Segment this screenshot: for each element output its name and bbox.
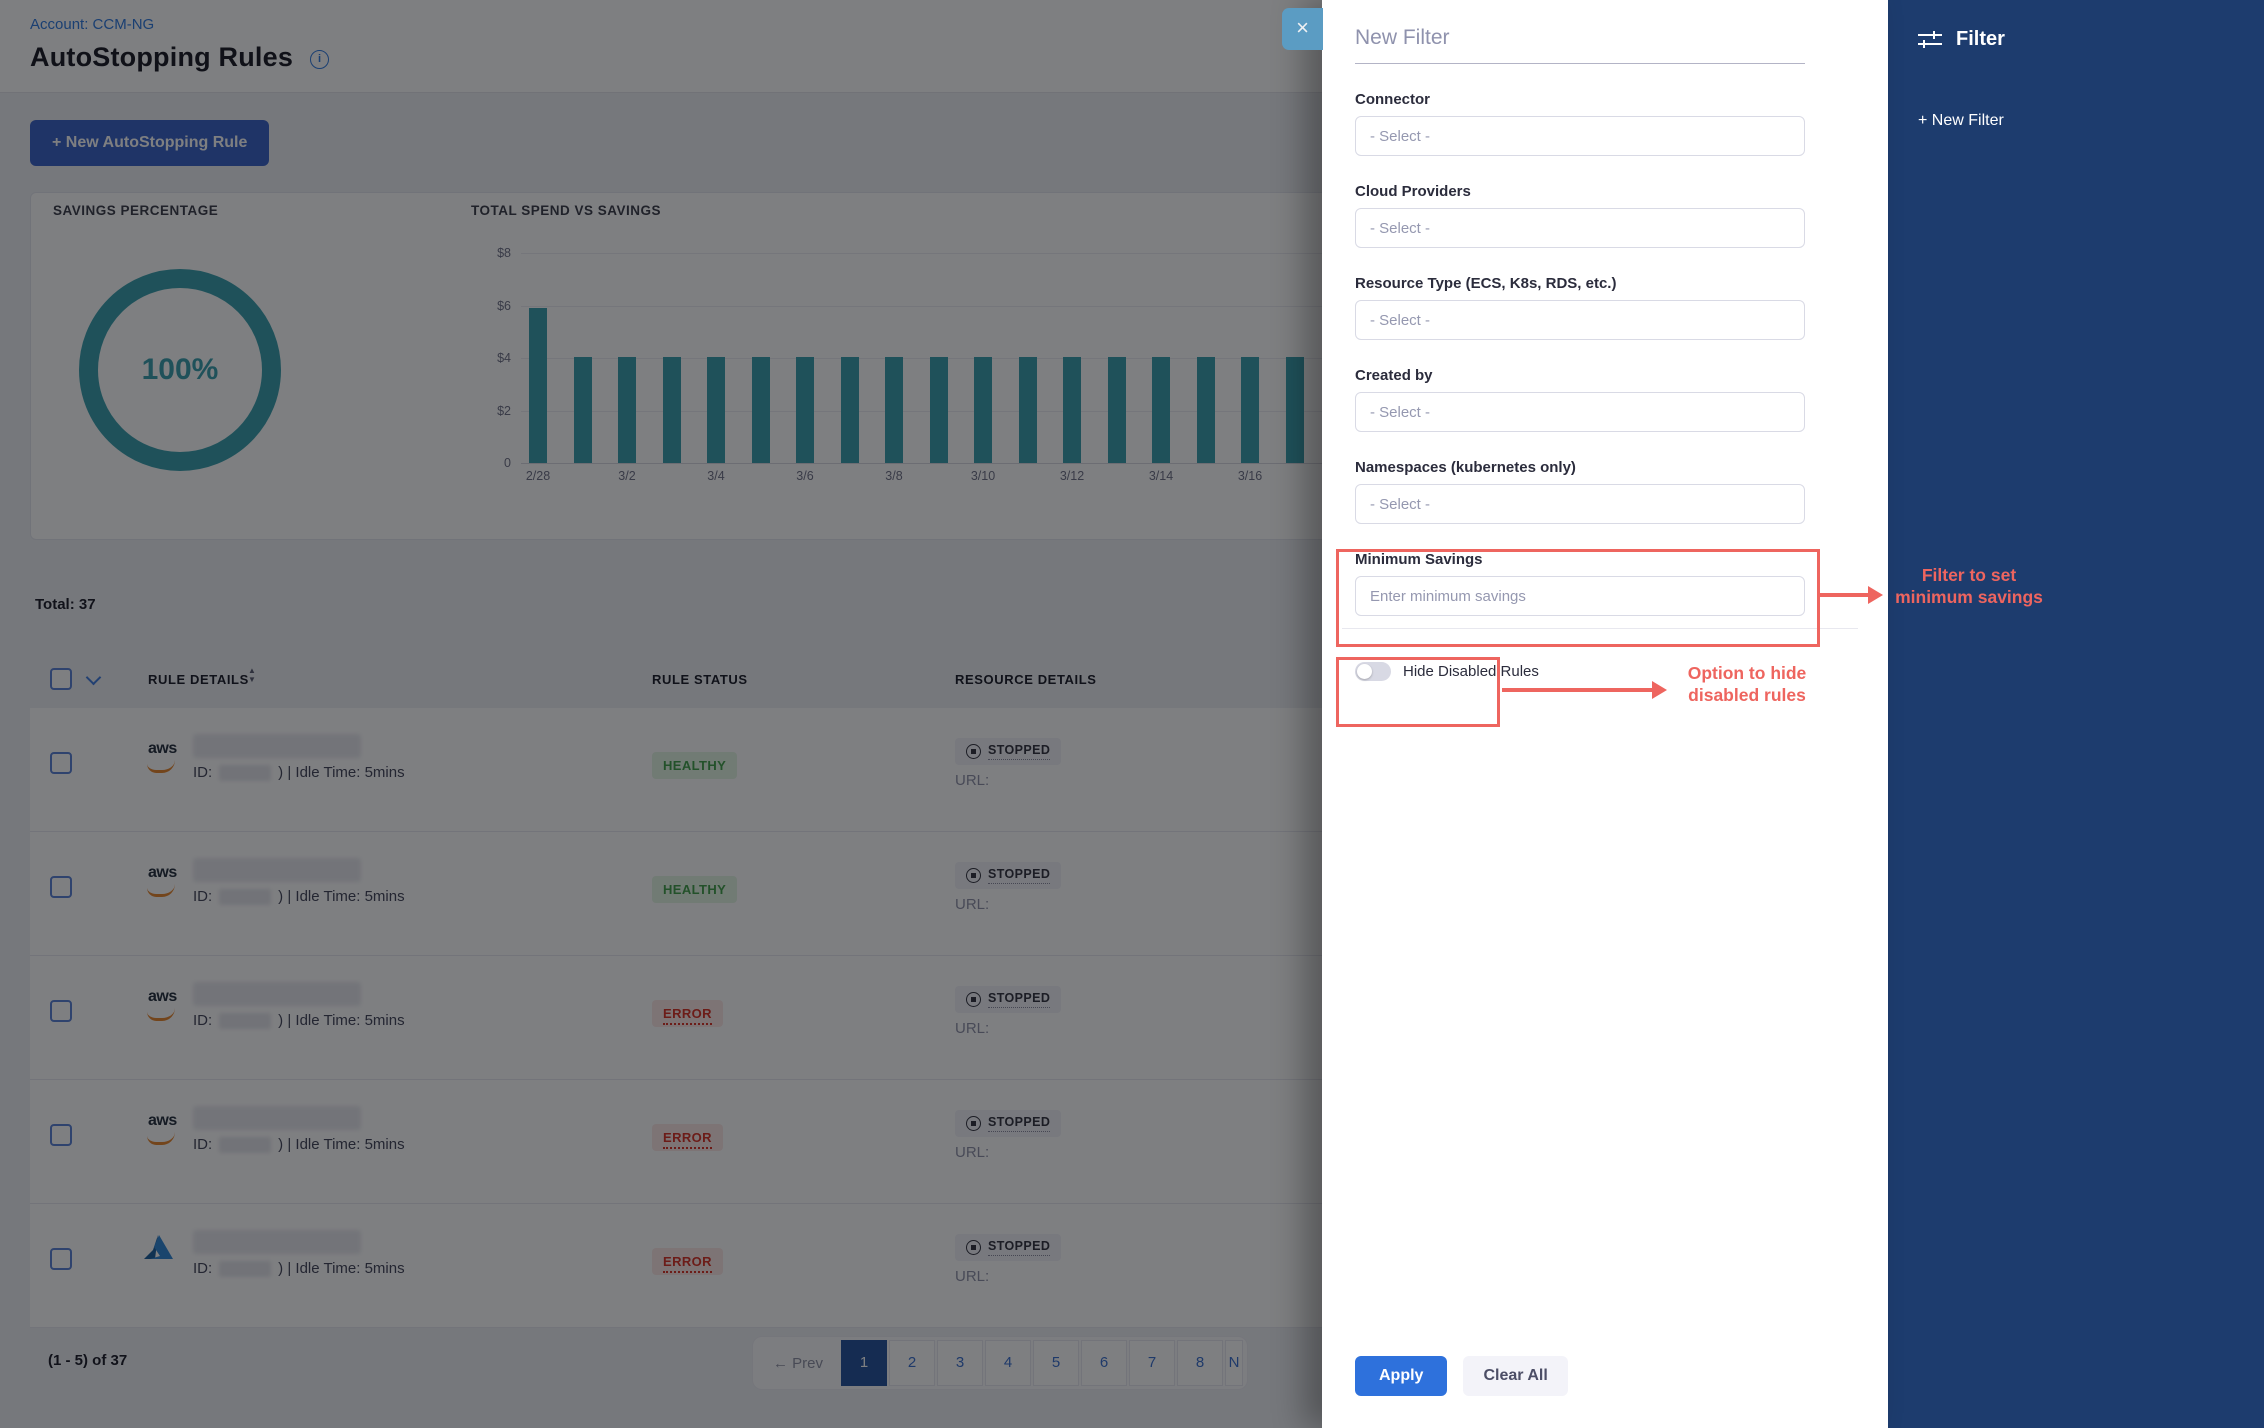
clear-all-button[interactable]: Clear All xyxy=(1463,1356,1567,1396)
annotation-arrowhead xyxy=(1868,586,1883,604)
annotation-minimum-savings-text: Filter to setminimum savings xyxy=(1886,564,2052,608)
filter-field: Created by - Select - xyxy=(1355,366,1805,432)
annotation-rect-minimum-savings xyxy=(1336,549,1820,647)
filter-sliders-icon xyxy=(1918,30,1942,50)
new-filter-button[interactable]: + New Filter xyxy=(1918,112,2004,130)
filter-sidebar: Filter + New Filter xyxy=(1888,0,2264,1428)
annotation-arrowhead-2 xyxy=(1652,681,1667,699)
field-label-0: Connector xyxy=(1355,90,1805,109)
sidebar-title: Filter xyxy=(1956,28,2005,51)
select-4[interactable]: - Select - xyxy=(1355,484,1805,524)
annotation-hide-disabled-text: Option to hidedisabled rules xyxy=(1678,662,1816,706)
annotation-arrow-line-2 xyxy=(1502,688,1654,692)
field-label-1: Cloud Providers xyxy=(1355,182,1805,201)
apply-button[interactable]: Apply xyxy=(1355,1356,1447,1396)
field-label-2: Resource Type (ECS, K8s, RDS, etc.) xyxy=(1355,274,1805,293)
filter-field: Namespaces (kubernetes only) - Select - xyxy=(1355,458,1805,524)
field-label-3: Created by xyxy=(1355,366,1805,385)
filter-fields: Connector - Select - Cloud Providers - Sele… xyxy=(1355,90,1805,616)
select-1[interactable]: - Select - xyxy=(1355,208,1805,248)
filter-name-input[interactable]: New Filter xyxy=(1355,26,1805,64)
annotation-arrow-line xyxy=(1818,593,1870,597)
select-3[interactable]: - Select - xyxy=(1355,392,1805,432)
filter-field: Connector - Select - xyxy=(1355,90,1805,156)
field-label-4: Namespaces (kubernetes only) xyxy=(1355,458,1805,477)
close-icon[interactable]: × xyxy=(1282,8,1323,50)
select-2[interactable]: - Select - xyxy=(1355,300,1805,340)
filter-field: Cloud Providers - Select - xyxy=(1355,182,1805,248)
annotation-rect-hide-disabled xyxy=(1336,657,1500,727)
filter-field: Resource Type (ECS, K8s, RDS, etc.) - Sel… xyxy=(1355,274,1805,340)
select-0[interactable]: - Select - xyxy=(1355,116,1805,156)
